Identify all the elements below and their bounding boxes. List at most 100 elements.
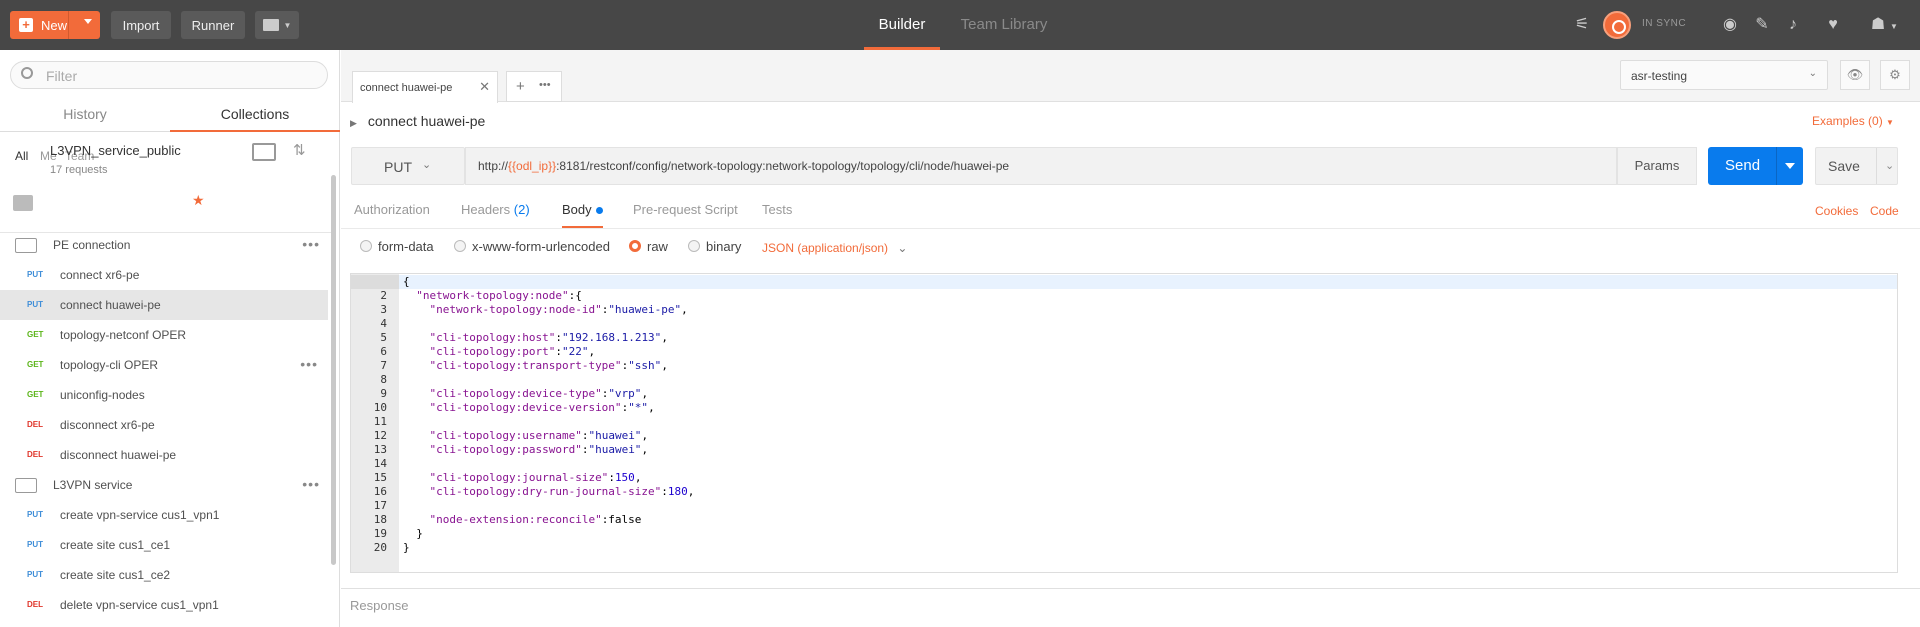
list-item[interactable]: PUT connect huawei-pe	[0, 290, 328, 320]
wrench-icon[interactable]: ✎	[1752, 15, 1772, 35]
radio-binary[interactable]	[688, 240, 700, 252]
label-form-data: form-data	[378, 239, 434, 254]
list-item[interactable]: PUT create site cus1_ce2	[0, 560, 328, 590]
list-item[interactable]: DEL disconnect xr6-pe	[0, 410, 328, 440]
environment-select[interactable]: asr-testing ⌄	[1620, 60, 1828, 90]
plus-icon[interactable]: +	[516, 78, 525, 95]
gear-icon[interactable]: ⚙	[1880, 60, 1910, 90]
chevron-down-icon[interactable]: ▼	[1890, 22, 1898, 31]
new-window-button[interactable]: ▼	[255, 11, 299, 39]
tab-prerequest-script[interactable]: Pre-request Script	[633, 202, 738, 228]
radio-form-data[interactable]	[360, 240, 372, 252]
tab-headers[interactable]: Headers (2)	[461, 202, 530, 228]
save-button[interactable]: Save ⌄	[1815, 147, 1898, 185]
method-select[interactable]: PUT ⌄	[351, 147, 465, 185]
send-dropdown-icon[interactable]	[1785, 163, 1795, 169]
tab-body[interactable]: Body	[562, 202, 603, 228]
content-type-select[interactable]: JSON (application/json) ⌄	[762, 241, 907, 255]
new-dropdown-icon[interactable]	[84, 19, 92, 24]
method-badge: PUT	[27, 570, 43, 579]
runner-button[interactable]: Runner	[181, 11, 245, 39]
cookies-link[interactable]: Cookies	[1815, 204, 1858, 218]
radio-raw[interactable]	[629, 240, 641, 252]
request-name: delete vpn-service cus1_vpn1	[60, 598, 219, 612]
star-icon[interactable]: ★	[192, 192, 205, 209]
code-line: "network-topology:node":{	[416, 289, 582, 302]
list-item[interactable]: DEL delete vpn-service cus1_vpn1	[0, 590, 328, 620]
code-line: {	[403, 275, 410, 288]
method-badge: PUT	[27, 540, 43, 549]
plus-icon: +	[19, 18, 33, 32]
line-number: 5	[380, 331, 387, 344]
code-link[interactable]: Code	[1870, 204, 1899, 218]
more-icon[interactable]: •••	[302, 236, 320, 252]
eye-icon[interactable]: 👁	[1840, 60, 1870, 90]
new-folder-icon[interactable]	[252, 143, 276, 161]
sidebar-scrollbar[interactable]	[331, 175, 336, 565]
new-button-label: New	[41, 17, 68, 33]
filter-input[interactable]: Filter	[10, 61, 328, 89]
new-button[interactable]: + New	[10, 11, 100, 39]
sort-icon[interactable]: ⇅	[293, 141, 306, 159]
folder-pe-connection[interactable]: PE connection •••	[0, 230, 330, 260]
close-icon[interactable]: ✕	[479, 79, 490, 95]
list-item[interactable]: GET uniconfig-nodes	[0, 380, 328, 410]
list-item[interactable]: PUT connect xr6-pe	[0, 260, 328, 290]
url-variable: {{odl_ip}}	[508, 159, 557, 173]
user-icon[interactable]: ☗	[1868, 15, 1888, 35]
list-item[interactable]: GET topology-netconf OPER	[0, 320, 328, 350]
folder-icon	[15, 238, 37, 253]
chevron-down-icon: ⌄	[1808, 68, 1817, 79]
line-number: 6	[380, 345, 387, 358]
line-number: 9	[380, 387, 387, 400]
code-line: }	[403, 527, 423, 540]
line-number: 17	[373, 499, 387, 512]
line-number: 4	[380, 317, 387, 330]
more-icon[interactable]: •••	[302, 476, 320, 492]
radio-urlencoded[interactable]	[454, 240, 466, 252]
request-name: uniconfig-nodes	[60, 388, 145, 402]
code-line: "cli-topology:journal-size":150,	[429, 471, 642, 484]
tab-builder[interactable]: Builder	[864, 0, 940, 50]
collection-header[interactable]: ★	[0, 175, 332, 233]
collection-count: 17 requests	[50, 164, 108, 176]
tab-authorization[interactable]: Authorization	[354, 202, 430, 228]
tab-history[interactable]: History	[0, 96, 170, 132]
more-icon[interactable]: •••	[539, 79, 551, 91]
params-button[interactable]: Params	[1617, 147, 1697, 185]
filter-all[interactable]: All	[15, 149, 28, 163]
import-button[interactable]: Import	[111, 11, 171, 39]
list-item[interactable]: GET topology-cli OPER •••	[0, 350, 328, 380]
globe-icon[interactable]: ◉	[1720, 15, 1740, 35]
folder-l3vpn-service[interactable]: L3VPN service •••	[0, 470, 330, 500]
url-input[interactable]: http://{{odl_ip}}:8181/restconf/config/n…	[465, 147, 1617, 185]
list-item[interactable]: PUT create site cus1_ce1	[0, 530, 328, 560]
folder-label: L3VPN service	[53, 478, 133, 492]
line-number: 20	[373, 541, 387, 554]
list-item[interactable]: DEL disconnect huawei-pe	[0, 440, 328, 470]
tab-collections[interactable]: Collections	[170, 96, 340, 132]
tab-connect-huawei-pe[interactable]: connect huawei-pe ✕	[352, 71, 498, 103]
code-line: "network-topology:node-id":"huawei-pe",	[429, 303, 688, 316]
satellite-icon[interactable]: ⚟	[1572, 15, 1592, 35]
line-number: 15	[373, 471, 387, 484]
bell-icon[interactable]: ♪	[1783, 15, 1803, 35]
line-number: 16	[373, 485, 387, 498]
chevron-down-icon[interactable]: ⌄	[1876, 148, 1894, 184]
chevron-down-icon: ⌄	[422, 159, 432, 171]
code-editor[interactable]: 1234567891011121314151617181920 { "netwo…	[350, 273, 1898, 573]
tab-team-library[interactable]: Team Library	[952, 0, 1056, 50]
tab-tests[interactable]: Tests	[762, 202, 792, 228]
send-label: Send	[1725, 157, 1761, 174]
code-line: "cli-topology:password":"huawei",	[429, 443, 649, 456]
list-item[interactable]: PUT create vpn-service cus1_vpn1	[0, 500, 328, 530]
headers-count: (2)	[513, 202, 530, 217]
request-name-row[interactable]: ▶ connect huawei-pe	[350, 113, 485, 129]
environment-label: asr-testing	[1631, 69, 1688, 83]
heart-icon[interactable]: ♥	[1823, 15, 1843, 35]
request-name: create vpn-service cus1_vpn1	[60, 508, 220, 522]
method-badge: DEL	[27, 420, 43, 429]
more-icon[interactable]: •••	[300, 356, 318, 372]
examples-dropdown[interactable]: Examples (0) ▼	[1812, 114, 1894, 128]
sync-icon[interactable]	[1603, 11, 1631, 39]
